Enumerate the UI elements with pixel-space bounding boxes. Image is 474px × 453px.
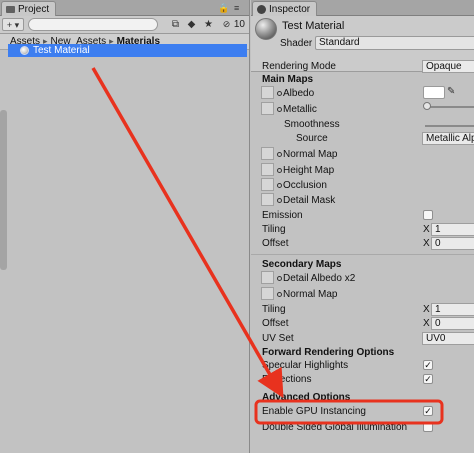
detail-albedo-label: Detail Albedo x2 bbox=[277, 273, 355, 284]
section-divider bbox=[251, 254, 474, 255]
secondary-normal-map-label: Normal Map bbox=[277, 289, 337, 300]
offset2-label: Offset bbox=[262, 318, 289, 329]
filter-by-type-icon[interactable]: ⧉ bbox=[170, 19, 181, 30]
detail-mask-texture-slot[interactable] bbox=[261, 193, 274, 206]
gpu-instancing-checkbox[interactable]: ✓ bbox=[423, 406, 433, 416]
offset-x-label: X bbox=[423, 238, 430, 249]
smoothness-slider[interactable] bbox=[425, 125, 474, 127]
tab-project[interactable]: Project bbox=[1, 1, 57, 16]
offset2-x-field[interactable]: 0 bbox=[431, 317, 474, 330]
tiling-x-field[interactable]: 1 bbox=[431, 223, 474, 236]
list-item[interactable]: Test Material bbox=[8, 44, 247, 57]
file-name: Test Material bbox=[33, 45, 90, 56]
detail-albedo-texture-slot[interactable] bbox=[261, 271, 274, 284]
advanced-options-header: Advanced Options bbox=[262, 392, 351, 403]
reflections-label: Reflections bbox=[262, 374, 312, 385]
smoothness-label: Smoothness bbox=[284, 119, 340, 130]
tab-inspector-label: Inspector bbox=[269, 3, 311, 15]
normal-map-texture-slot[interactable] bbox=[261, 147, 274, 160]
target-icon[interactable] bbox=[277, 291, 282, 297]
detail-mask-label: Detail Mask bbox=[277, 195, 335, 206]
double-sided-gi-checkbox[interactable] bbox=[423, 422, 433, 432]
gpu-instancing-label: Enable GPU Instancing bbox=[262, 406, 366, 417]
project-tabbar: Project 🔒 ≡ bbox=[0, 0, 249, 16]
tiling2-x-label: X bbox=[423, 304, 430, 315]
source-dropdown[interactable]: Metallic Alp bbox=[422, 132, 474, 145]
double-sided-gi-label: Double Sided Global Illumination bbox=[262, 422, 408, 433]
hidden-package-count: 10 bbox=[233, 19, 245, 30]
forward-rendering-header: Forward Rendering Options bbox=[262, 347, 395, 358]
height-map-texture-slot[interactable] bbox=[261, 163, 274, 176]
lock-icon[interactable]: 🔒 bbox=[218, 3, 229, 14]
hidden-packages-icon[interactable]: ⊘ bbox=[221, 19, 232, 30]
target-icon[interactable] bbox=[277, 90, 282, 96]
normal-map-label: Normal Map bbox=[277, 149, 337, 160]
uv-set-label: UV Set bbox=[262, 333, 294, 344]
eyedropper-icon[interactable]: ✎ bbox=[447, 86, 455, 97]
tiling-x-label: X bbox=[423, 224, 430, 235]
target-icon[interactable] bbox=[277, 106, 282, 112]
secondary-maps-header: Secondary Maps bbox=[262, 259, 342, 270]
tiling2-label: Tiling bbox=[262, 304, 286, 315]
source-label: Source bbox=[296, 133, 328, 144]
albedo-label: Albedo bbox=[277, 88, 314, 99]
offset-x-field[interactable]: 0 bbox=[431, 237, 474, 250]
occlusion-texture-slot[interactable] bbox=[261, 178, 274, 191]
favorite-icon[interactable]: ★ bbox=[203, 19, 214, 30]
emission-checkbox[interactable] bbox=[423, 210, 433, 220]
tab-inspector[interactable]: Inspector bbox=[252, 1, 318, 16]
metallic-texture-slot[interactable] bbox=[261, 102, 274, 115]
inspector-panel: Inspector Test Material Shader Standard … bbox=[251, 0, 474, 453]
tiling-label: Tiling bbox=[262, 224, 286, 235]
metallic-slider[interactable] bbox=[427, 106, 474, 108]
tab-project-label: Project bbox=[18, 3, 50, 15]
offset2-x-label: X bbox=[423, 318, 430, 329]
specular-highlights-label: Specular Highlights bbox=[262, 360, 349, 371]
material-name: Test Material bbox=[282, 20, 345, 32]
panel-menu-icon[interactable]: ≡ bbox=[234, 3, 239, 13]
inspector-tabbar: Inspector bbox=[251, 0, 474, 16]
target-icon[interactable] bbox=[277, 197, 282, 203]
offset-label: Offset bbox=[262, 238, 289, 249]
target-icon[interactable] bbox=[277, 151, 282, 157]
create-button[interactable]: + ▾ bbox=[2, 18, 24, 31]
project-panel: Project 🔒 ≡ + ▾ ⧉ ◆ ★ ⊘ 10 Assets ▸ New_… bbox=[0, 0, 250, 453]
reflections-checkbox[interactable]: ✓ bbox=[423, 374, 433, 384]
occlusion-label: Occlusion bbox=[277, 180, 327, 191]
albedo-texture-slot[interactable] bbox=[261, 86, 274, 99]
rendering-mode-dropdown[interactable]: Opaque bbox=[422, 60, 474, 73]
metallic-slider-handle[interactable] bbox=[423, 102, 431, 110]
target-icon[interactable] bbox=[277, 182, 282, 188]
info-icon bbox=[257, 4, 266, 14]
scrollbar[interactable] bbox=[0, 110, 7, 270]
height-map-label: Height Map bbox=[277, 165, 334, 176]
uv-set-dropdown[interactable]: UV0 bbox=[422, 332, 474, 345]
target-icon[interactable] bbox=[277, 275, 282, 281]
metallic-label: Metallic bbox=[277, 104, 317, 115]
specular-highlights-checkbox[interactable]: ✓ bbox=[423, 360, 433, 370]
tiling2-x-field[interactable]: 1 bbox=[431, 303, 474, 316]
main-maps-header: Main Maps bbox=[262, 74, 314, 85]
material-icon bbox=[20, 46, 29, 55]
material-preview-icon bbox=[255, 18, 277, 40]
target-icon[interactable] bbox=[277, 167, 282, 173]
rendering-mode-label: Rendering Mode bbox=[262, 61, 336, 72]
project-toolbar: + ▾ ⧉ ◆ ★ ⊘ 10 bbox=[0, 16, 249, 34]
search-input[interactable] bbox=[28, 18, 158, 31]
albedo-color-swatch[interactable] bbox=[423, 86, 445, 99]
shader-label: Shader bbox=[280, 38, 313, 49]
filter-by-label-icon[interactable]: ◆ bbox=[186, 19, 197, 30]
secondary-normal-map-texture-slot[interactable] bbox=[261, 287, 274, 300]
emission-label: Emission bbox=[262, 210, 303, 221]
file-list: Test Material bbox=[8, 44, 247, 57]
shader-dropdown[interactable]: Standard bbox=[315, 36, 474, 50]
folder-icon bbox=[6, 5, 15, 13]
